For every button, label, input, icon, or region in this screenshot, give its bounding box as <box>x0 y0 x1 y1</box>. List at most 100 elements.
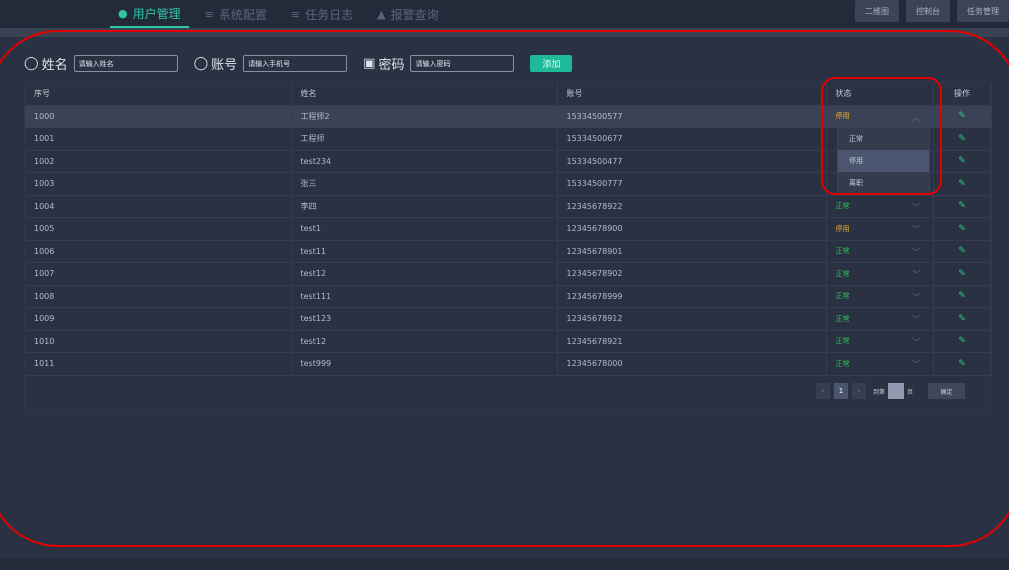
status-select[interactable]: 正常 ﹀ <box>826 307 934 331</box>
cell-account: 12345678901 <box>557 240 827 263</box>
page-label: 页 <box>907 388 914 396</box>
edit-icon[interactable]: ✎ <box>958 314 966 324</box>
status-select[interactable]: 正常 ﹀ <box>826 352 934 376</box>
tab-task-log[interactable]: ≡ 任务日志 <box>283 0 361 28</box>
dropdown-option-normal[interactable]: 正常 <box>838 128 929 150</box>
status-select[interactable]: 正常 ﹀ <box>826 330 934 353</box>
dropdown-option-disabled[interactable]: 停用 <box>838 150 929 172</box>
cell-name: test12 <box>291 262 558 286</box>
password-label: 密码 <box>378 58 405 73</box>
cell-name: 张三 <box>291 172 558 196</box>
tab-label: 用户管理 <box>132 6 181 21</box>
confirm-page-button[interactable]: 确定 <box>928 383 966 399</box>
chevron-down-icon: ﹀ <box>912 270 921 279</box>
cell-name: test12 <box>291 330 558 353</box>
edit-icon[interactable]: ✎ <box>958 111 966 121</box>
add-button[interactable]: 添加 <box>530 55 573 72</box>
cell-account: 15334500777 <box>557 172 827 196</box>
status-value: 正常 <box>835 359 850 368</box>
edit-icon[interactable]: ✎ <box>958 156 966 166</box>
account-field-group: ◯ 账号 <box>194 54 348 73</box>
status-select[interactable]: 正常 ﹀ <box>826 240 934 263</box>
chevron-down-icon: ﹀ <box>912 202 921 212</box>
tab-system-config[interactable]: ≡ 系统配置 <box>197 0 275 28</box>
status-value: 正常 <box>835 314 850 323</box>
cell-id: 1007 <box>25 262 292 286</box>
edit-icon[interactable]: ✎ <box>958 134 966 144</box>
status-select[interactable]: 正常 ﹀ <box>826 262 934 286</box>
settings-icon: ≡ <box>204 7 214 21</box>
cell-id: 1001 <box>25 127 292 151</box>
next-page-button[interactable]: › <box>852 383 866 399</box>
table-row: 1006 test11 12345678901 正常 ﹀ ✎ <box>25 240 992 263</box>
tab-label: 系统配置 <box>218 7 267 22</box>
status-value: 正常 <box>835 292 850 301</box>
cell-name: test234 <box>291 150 558 173</box>
2d-map-button[interactable]: 二维图 <box>855 0 899 22</box>
table-row: 1008 test111 12345678999 正常 ﹀ ✎ <box>25 285 992 308</box>
cell-id: 1005 <box>25 217 292 241</box>
dropdown-option-resigned[interactable]: 离职 <box>838 172 929 194</box>
cell-id: 1011 <box>25 352 292 376</box>
page-number-button[interactable]: 1 <box>834 383 848 399</box>
chevron-down-icon: ﹀ <box>912 225 921 234</box>
edit-icon[interactable]: ✎ <box>958 359 966 369</box>
name-field-group: ◯ 姓名 <box>24 54 178 73</box>
chevron-down-icon: ﹀ <box>912 247 921 257</box>
task-management-button[interactable]: 任务管理 <box>957 0 1009 22</box>
cell-actions: ✎ <box>933 195 992 218</box>
status-select[interactable]: 停用 ﹀ <box>826 217 934 241</box>
edit-icon[interactable]: ✎ <box>958 179 966 189</box>
status-dropdown-menu: 正常 停用 离职 <box>837 127 930 195</box>
header-id: 序号 <box>25 83 292 106</box>
cell-actions: ✎ <box>933 330 992 353</box>
cell-actions: ✎ <box>933 105 992 128</box>
cell-id: 1000 <box>25 105 292 128</box>
tab-user-management[interactable]: ● 用户管理 <box>110 0 189 28</box>
edit-icon[interactable]: ✎ <box>958 269 966 279</box>
table-row: 1007 test12 12345678902 正常 ﹀ ✎ <box>25 262 992 286</box>
status-select[interactable]: 正常 ﹀ <box>826 195 934 218</box>
console-button[interactable]: 控制台 <box>906 0 950 22</box>
header-account: 账号 <box>557 83 827 106</box>
list-icon: ≡ <box>290 7 301 21</box>
edit-icon[interactable]: ✎ <box>958 291 966 301</box>
account-label: 账号 <box>211 58 238 73</box>
account-input[interactable] <box>243 55 348 72</box>
status-select[interactable]: 停用 ︿ <box>826 105 934 128</box>
edit-icon[interactable]: ✎ <box>958 201 966 211</box>
chevron-down-icon: ﹀ <box>912 315 921 324</box>
header-status: 状态 <box>826 83 934 106</box>
name-input[interactable] <box>73 55 178 72</box>
chevron-down-icon: ﹀ <box>912 292 921 302</box>
nav-tabs: ● 用户管理 ≡ 系统配置 ≡ 任务日志 ▲ 报警查询 <box>110 0 455 28</box>
cell-account: 12345678922 <box>557 195 827 218</box>
cell-actions: ✎ <box>933 262 992 286</box>
status-value: 停用 <box>835 224 850 233</box>
status-value: 正常 <box>835 202 850 211</box>
cell-id: 1003 <box>25 172 292 196</box>
add-user-form: ◯ 姓名 ◯ 账号 ▣ 密码 添加 <box>24 54 573 73</box>
chevron-down-icon: ﹀ <box>912 337 921 347</box>
cell-name: 工程师2 <box>291 105 558 128</box>
status-select[interactable]: 正常 ﹀ <box>826 285 934 308</box>
cell-id: 1008 <box>25 285 292 308</box>
tab-alarm-query[interactable]: ▲ 报警查询 <box>369 0 446 28</box>
cell-account: 12345678921 <box>557 330 827 353</box>
cell-account: 12345678912 <box>557 307 827 331</box>
goto-page-input[interactable] <box>888 383 905 399</box>
password-input[interactable] <box>410 55 515 72</box>
prev-page-button[interactable]: ‹ <box>816 383 830 399</box>
cell-actions: ✎ <box>933 240 992 263</box>
cell-name: test111 <box>291 285 558 308</box>
edit-icon[interactable]: ✎ <box>958 336 966 346</box>
warning-icon: ▲ <box>377 7 386 21</box>
top-buttons: 二维图 控制台 任务管理 <box>855 0 1009 22</box>
cell-actions: ✎ <box>933 172 992 196</box>
edit-icon[interactable]: ✎ <box>958 224 966 234</box>
user-icon: ● <box>118 6 128 20</box>
table-row: 1009 test123 12345678912 正常 ﹀ ✎ <box>25 307 992 331</box>
cell-actions: ✎ <box>933 127 992 151</box>
edit-icon[interactable]: ✎ <box>958 246 966 256</box>
cell-actions: ✎ <box>933 352 992 376</box>
